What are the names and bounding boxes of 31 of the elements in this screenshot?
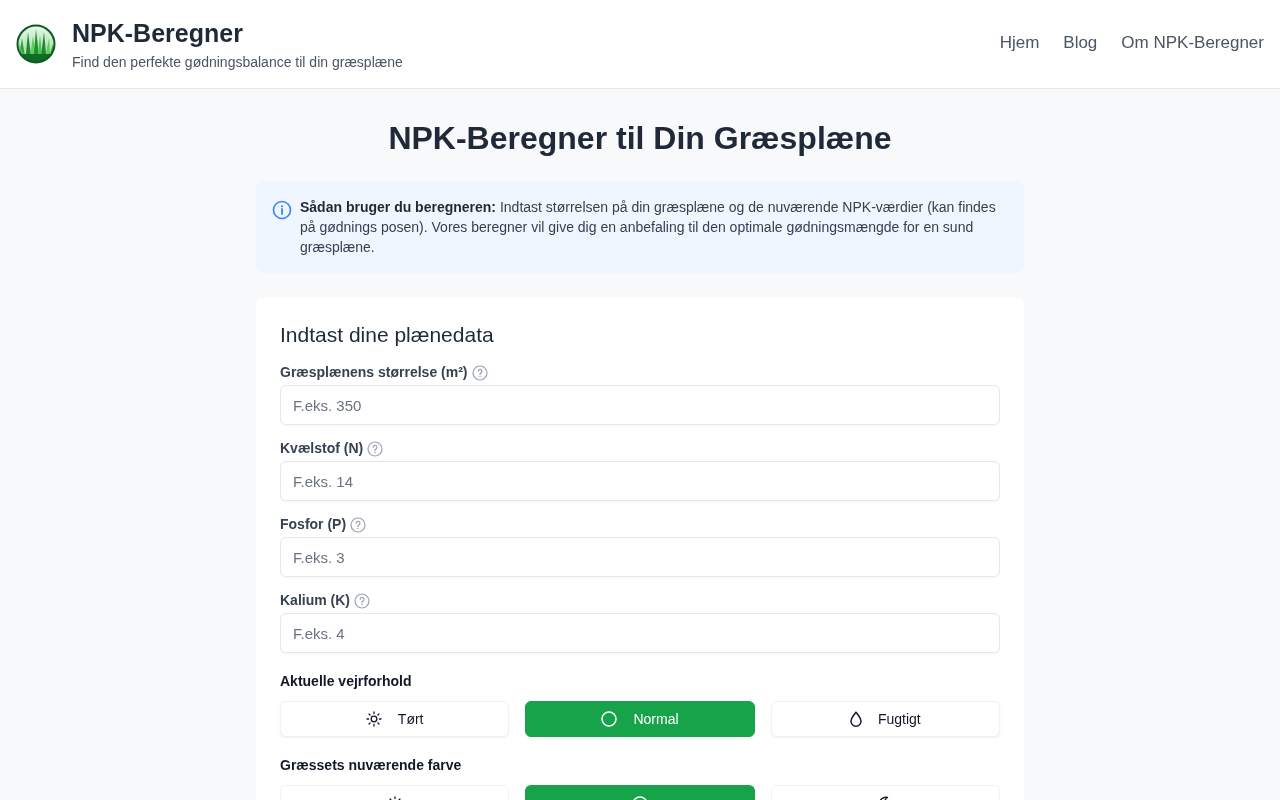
grass-logo — [16, 24, 56, 64]
group-label: Aktuelle vejrforhold — [280, 672, 413, 691]
nav-link[interactable]: Om NPK-Beregner — [1121, 31, 1264, 55]
page-heading: NPK-Beregner til Din Græsplæne — [387, 119, 893, 158]
input-field[interactable]: F.eks. 350 — [280, 385, 1000, 425]
input-field[interactable]: F.eks. 4 — [280, 613, 1000, 653]
group-label: Græssets nuværende farve — [280, 756, 463, 775]
ring-icon — [601, 711, 618, 727]
info-text: Sådan bruger du beregneren: Indtast størrelsen på din græsplæne og de nuværende NPK-værdier (kan findes på gødnings posen). Vores beregner vil give dig en anbefaling til den optimale gødningsmængde for en sund græsplæne. — [300, 198, 997, 257]
ring-icon — [632, 796, 648, 800]
input-field[interactable]: F.eks. 14 — [280, 461, 1000, 501]
field-label: Fosfor (P) — [280, 515, 347, 534]
section-heading: Indtast dine plænedata — [280, 322, 495, 348]
toggle-button[interactable]: Fugtigt — [770, 701, 1000, 737]
site-tagline: Find den perfekte gødningsbalance til din græsplæne — [72, 52, 403, 72]
field-label: Kvælstof (N) — [280, 439, 364, 458]
sun-icon — [365, 711, 382, 727]
field-label: Græsplænens størrelse (m²) — [280, 363, 468, 382]
drop-icon — [849, 711, 862, 727]
toggle-button[interactable]: Tørt — [280, 701, 510, 737]
toggle-button[interactable] — [525, 785, 755, 800]
help-icon — [471, 365, 488, 381]
field-label: Kalium (K) — [280, 591, 350, 610]
help-icon — [350, 517, 367, 533]
nav-link[interactable]: Hjem — [999, 31, 1040, 55]
help-icon — [354, 593, 370, 609]
nav-link[interactable]: Blog — [1063, 31, 1098, 55]
info-icon — [272, 200, 292, 220]
input-field[interactable]: F.eks. 3 — [280, 537, 1000, 577]
site-title: NPK-Beregner — [72, 17, 244, 49]
help-icon — [367, 441, 384, 457]
